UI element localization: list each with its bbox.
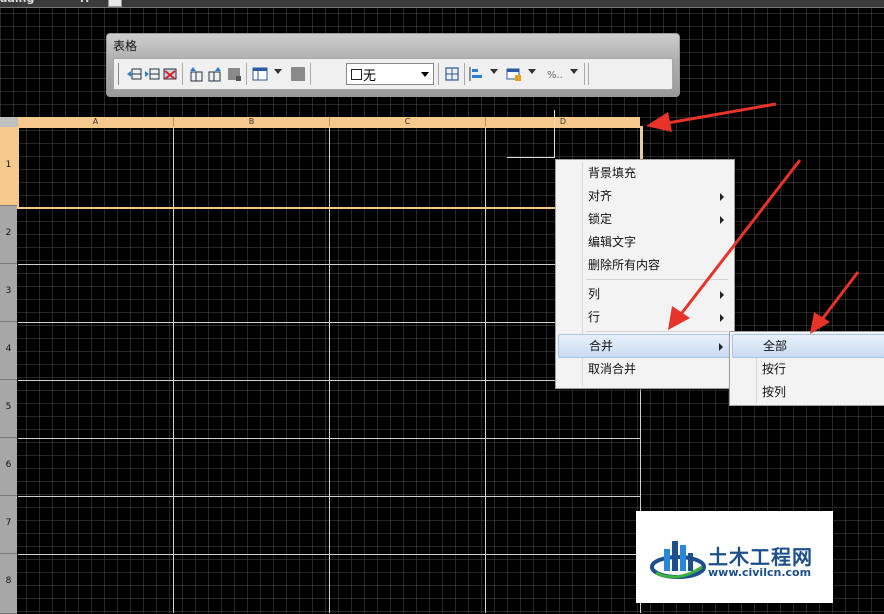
arrow-to-header [661,102,777,126]
watermark-url: www.civilcn.com [708,566,812,579]
arrow-to-all [818,271,860,323]
watermark-logo: 土木工程网 www.civilcn.com [636,511,833,603]
civilcn-logo-icon [650,541,706,579]
arrow-to-merge [676,159,802,319]
